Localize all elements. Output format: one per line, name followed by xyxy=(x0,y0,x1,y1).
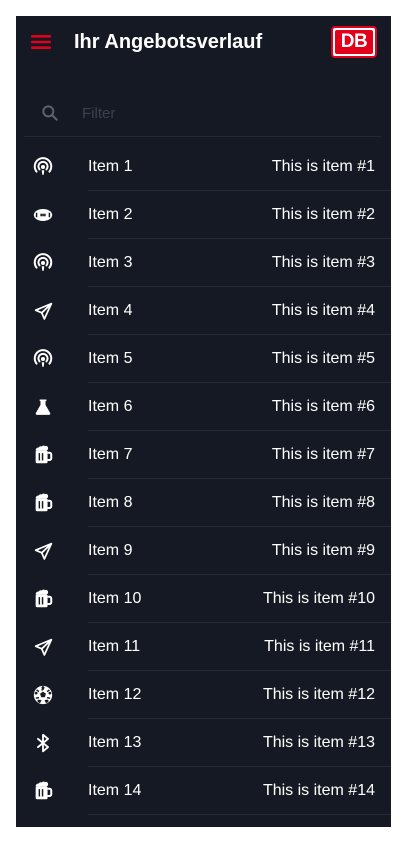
item-value: This is item #9 xyxy=(271,542,375,559)
item-label: Item 3 xyxy=(88,254,133,271)
app-frame: Ihr Angebotsverlauf DB Item 1 This is it… xyxy=(16,16,391,827)
list-item-8[interactable]: Item 8 This is item #8 xyxy=(16,479,391,527)
db-logo: DB xyxy=(331,26,377,58)
hamburger-menu-icon xyxy=(31,35,51,49)
item-value: This is item #1 xyxy=(271,158,375,175)
item-value: This is item #11 xyxy=(264,638,375,655)
football-icon xyxy=(31,203,55,227)
podcast-icon xyxy=(31,347,55,371)
paper-plane-icon xyxy=(31,539,55,563)
item-value: This is item #8 xyxy=(271,494,375,511)
bluetooth-icon xyxy=(31,731,55,755)
list-item-14[interactable]: Item 14 This is item #14 xyxy=(16,767,391,815)
item-value: This is item #10 xyxy=(262,590,375,607)
menu-button[interactable] xyxy=(28,29,54,55)
list-item-2[interactable]: Item 2 This is item #2 xyxy=(16,191,391,239)
beer-icon xyxy=(31,779,55,803)
app-bar: Ihr Angebotsverlauf DB xyxy=(16,16,391,68)
item-label: Item 5 xyxy=(88,350,133,367)
item-label: Item 8 xyxy=(88,494,133,511)
list-item-4[interactable]: Item 4 This is item #4 xyxy=(16,287,391,335)
list-item-9[interactable]: Item 9 This is item #9 xyxy=(16,527,391,575)
item-value: This is item #12 xyxy=(262,686,375,703)
item-value: This is item #13 xyxy=(262,734,375,751)
item-value: This is item #7 xyxy=(271,446,375,463)
paper-plane-icon xyxy=(31,299,55,323)
item-label: Item 4 xyxy=(88,302,133,319)
item-value: This is item #14 xyxy=(262,782,375,799)
item-value: This is item #4 xyxy=(271,302,375,319)
item-value: This is item #2 xyxy=(271,206,375,223)
list-item-6[interactable]: Item 6 This is item #6 xyxy=(16,383,391,431)
filter-input[interactable] xyxy=(80,103,334,123)
item-label: Item 9 xyxy=(88,542,133,559)
item-label: Item 1 xyxy=(88,158,133,175)
paper-plane-icon xyxy=(31,635,55,659)
flask-icon xyxy=(31,395,55,419)
list-item-5[interactable]: Item 5 This is item #5 xyxy=(16,335,391,383)
list-item-10[interactable]: Item 10 This is item #10 xyxy=(16,575,391,623)
item-label: Item 14 xyxy=(88,782,142,799)
item-value: This is item #3 xyxy=(271,254,375,271)
list-item-7[interactable]: Item 7 This is item #7 xyxy=(16,431,391,479)
page-title: Ihr Angebotsverlauf xyxy=(74,30,263,53)
list-item-3[interactable]: Item 3 This is item #3 xyxy=(16,239,391,287)
item-label: Item 6 xyxy=(88,398,133,415)
item-label: Item 2 xyxy=(88,206,133,223)
podcast-icon xyxy=(31,251,55,275)
item-label: Item 10 xyxy=(88,590,142,607)
item-value: This is item #5 xyxy=(271,350,375,367)
list-item-11[interactable]: Item 11 This is item #11 xyxy=(16,623,391,671)
podcast-icon xyxy=(31,155,55,179)
search-icon xyxy=(42,105,58,121)
soccer-ball-icon xyxy=(31,683,55,707)
filter-bar xyxy=(24,90,381,137)
db-logo-text: DB xyxy=(335,30,373,54)
item-label: Item 12 xyxy=(88,686,142,703)
beer-icon xyxy=(31,443,55,467)
list-item-1[interactable]: Item 1 This is item #1 xyxy=(16,143,391,191)
item-label: Item 11 xyxy=(88,638,141,655)
beer-icon xyxy=(31,491,55,515)
item-label: Item 7 xyxy=(88,446,133,463)
beer-icon xyxy=(31,587,55,611)
item-value: This is item #6 xyxy=(271,398,375,415)
item-list: Item 1 This is item #1 Item 2 This is it… xyxy=(16,143,391,827)
list-item-15[interactable] xyxy=(16,815,391,827)
list-item-13[interactable]: Item 13 This is item #13 xyxy=(16,719,391,767)
item-label: Item 13 xyxy=(88,734,142,751)
list-item-12[interactable]: Item 12 This is item #12 xyxy=(16,671,391,719)
